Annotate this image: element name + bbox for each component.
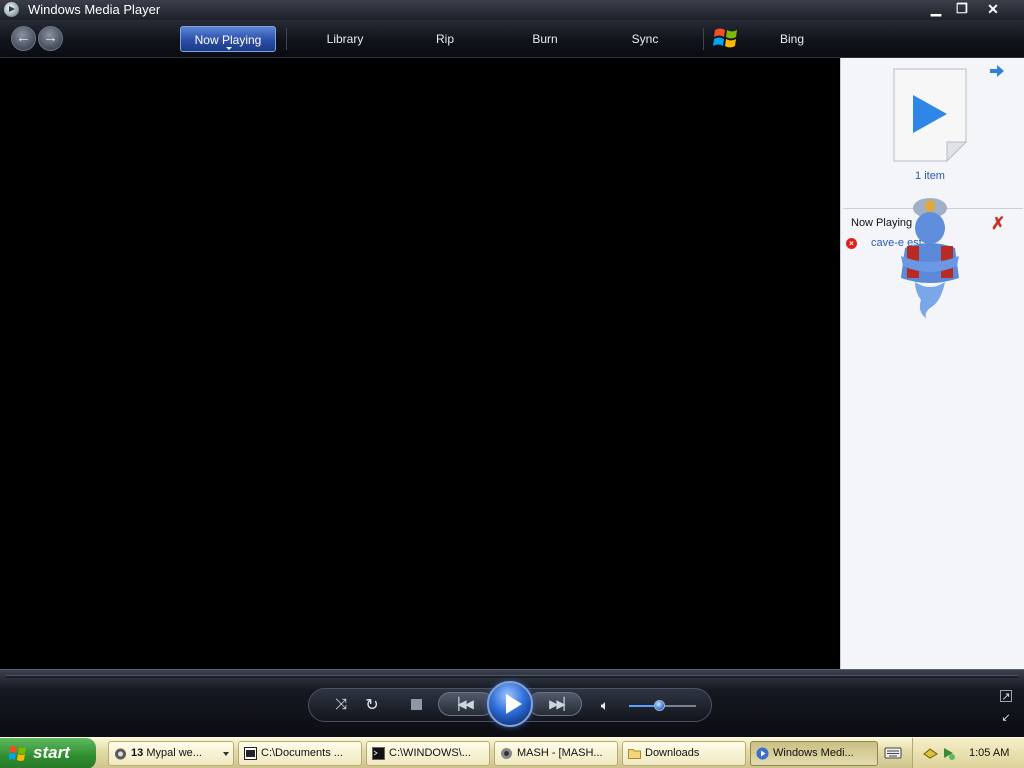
windows-logo-icon[interactable] — [712, 25, 740, 51]
tab-rip[interactable]: Rip — [415, 26, 475, 52]
chevron-down-icon[interactable] — [226, 47, 232, 50]
divider — [703, 28, 704, 50]
tab-burn[interactable]: Burn — [515, 26, 575, 52]
video-area[interactable] — [4, 58, 840, 669]
task-label: C:\Documents ... — [261, 747, 343, 759]
arrow-left-icon: ← — [16, 29, 31, 46]
archive-icon — [244, 747, 257, 760]
system-tray: 1:05 AM — [912, 738, 1024, 768]
tab-now-playing[interactable]: Now Playing — [180, 26, 276, 52]
taskbar-button-media-player[interactable]: Windows Medi... — [750, 741, 878, 766]
task-label: MASH - [MASH... — [517, 747, 603, 759]
start-label: start — [33, 743, 70, 762]
task-label: Mypal we... — [146, 747, 202, 759]
tab-label: Now Playing — [194, 33, 262, 47]
taskbar: start 13 Mypal we... C:\Documents ... C:… — [0, 737, 1024, 768]
minimize-button[interactable]: ▁ — [924, 0, 948, 18]
seek-bar[interactable] — [6, 675, 1018, 678]
forward-button[interactable]: → — [38, 26, 63, 51]
tab-bing[interactable]: Bing — [762, 26, 822, 52]
error-icon: × — [846, 238, 857, 249]
divider — [286, 28, 287, 50]
nav-bar: ← → Now Playing Library Rip Burn Sync Bi… — [0, 20, 1024, 58]
next-button[interactable]: ▶▶▏ — [528, 692, 582, 716]
start-button[interactable]: start — [0, 738, 96, 768]
repeat-icon[interactable]: ↻ — [363, 695, 381, 714]
item-count-link[interactable]: 1 item — [901, 170, 959, 182]
mini-mode-icon[interactable]: ↙ — [1000, 712, 1012, 724]
taskbar-button-mash[interactable]: MASH - [MASH... — [494, 741, 618, 766]
arrow-right-icon: → — [43, 29, 58, 46]
switch-to-library-icon[interactable]: ↗ — [1000, 690, 1012, 703]
previous-icon: ▕◀◀ — [450, 697, 474, 711]
play-button[interactable] — [487, 681, 533, 727]
clear-list-button[interactable]: ✗ — [991, 214, 1005, 234]
task-label: Windows Medi... — [773, 747, 854, 759]
genie-assistant-icon — [901, 198, 959, 319]
close-button[interactable]: ✕ — [978, 0, 1008, 18]
restore-button[interactable]: ❐ — [950, 0, 974, 18]
taskbar-button-cmd[interactable]: C:\WINDOWS\... — [366, 741, 490, 766]
console-icon — [372, 747, 385, 760]
taskbar-button-downloads[interactable]: Downloads — [622, 741, 746, 766]
tray-app-icon[interactable] — [923, 746, 938, 761]
media-player-icon — [4, 2, 19, 17]
stop-icon[interactable] — [411, 699, 422, 710]
mash-icon — [501, 748, 512, 759]
task-label: Downloads — [645, 747, 700, 759]
arrow-right-icon[interactable] — [989, 64, 1005, 78]
taskbar-button-mypal[interactable]: 13 Mypal we... — [108, 741, 234, 766]
clock: 1:05 AM — [969, 747, 1010, 759]
media-player-icon — [756, 747, 769, 760]
next-icon: ▶▶▏ — [549, 697, 573, 711]
now-playing-pane: 1 item Now Playing ✗ × cave-e est — [840, 58, 1024, 669]
playback-controls: ⤨ ↻ ▕◀◀ ▶▶▏ 🔈︎ ↗ ↙ — [0, 669, 1024, 737]
browser-icon — [115, 748, 126, 760]
window-title: Windows Media Player — [28, 2, 161, 17]
back-button[interactable]: ← — [11, 26, 36, 51]
tab-sync[interactable]: Sync — [615, 26, 675, 52]
task-label: C:\WINDOWS\... — [389, 747, 471, 759]
keyboard-icon[interactable] — [884, 745, 902, 761]
shuffle-icon[interactable]: ⤨ — [332, 696, 350, 714]
previous-button[interactable]: ▕◀◀ — [438, 692, 494, 716]
tray-network-icon[interactable] — [941, 746, 956, 761]
speaker-icon[interactable]: 🔈︎ — [597, 697, 613, 713]
title-bar: Windows Media Player ▁ ❐ ✕ — [0, 0, 1024, 20]
media-file-icon — [893, 68, 967, 162]
chevron-down-icon — [223, 752, 229, 756]
windows-logo-icon — [9, 746, 26, 761]
taskbar-button-7zip[interactable]: C:\Documents ... — [238, 741, 362, 766]
folder-icon — [628, 749, 641, 759]
window-count: 13 — [131, 747, 144, 759]
tab-library[interactable]: Library — [307, 26, 383, 52]
